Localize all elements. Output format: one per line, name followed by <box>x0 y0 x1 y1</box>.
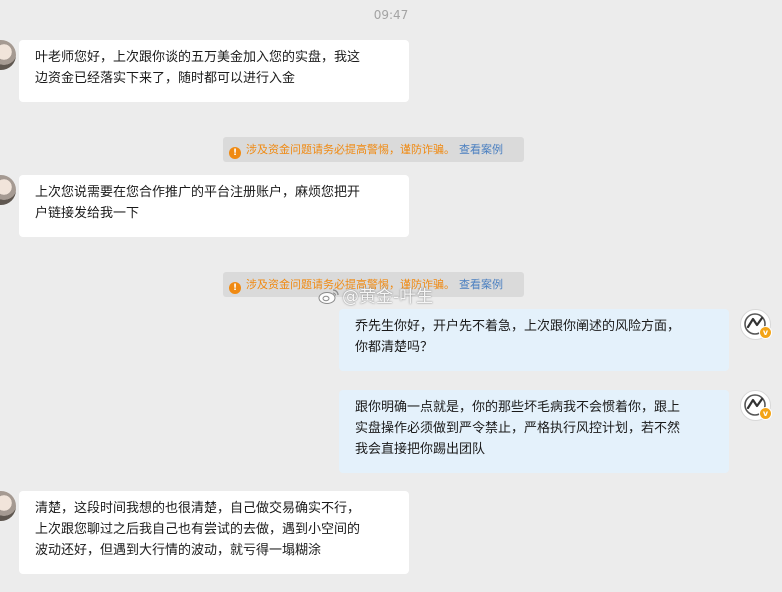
info-icon: ! <box>229 282 241 294</box>
message-line: 我会直接把你踢出团队 <box>355 442 486 457</box>
warning-text: 涉及资金问题请务必提高警惕，谨防诈骗。 <box>246 143 455 156</box>
message-bubble-incoming[interactable]: 上次您说需要在您合作推广的平台注册账户，麻烦您把开 户链接发给我一下 <box>19 175 409 237</box>
view-cases-link[interactable]: 查看案例 <box>459 278 503 291</box>
info-icon: ! <box>229 147 241 159</box>
message-line: 乔先生你好，开户先不着急，上次跟你阐述的风险方面， <box>355 319 681 334</box>
message-bubble-outgoing[interactable]: 跟你明确一点就是，你的那些坏毛病我不会惯着你，跟上 实盘操作必须做到严令禁止，严… <box>339 390 729 473</box>
message-line: 边资金已经落实下来了，随时都可以进行入金 <box>35 71 296 86</box>
message-bubble-incoming[interactable]: 清楚，这段时间我想的也很清楚，自己做交易确实不行， 上次跟您聊过之后我自己也有尝… <box>19 491 409 574</box>
user-avatar[interactable] <box>0 175 16 205</box>
chat-timestamp: 09:47 <box>373 8 409 22</box>
message-line: 上次跟您聊过之后我自己也有尝试的去做，遇到小空间的 <box>35 522 361 537</box>
message-bubble-outgoing[interactable]: 乔先生你好，开户先不着急，上次跟你阐述的风险方面， 你都清楚吗？ <box>339 309 729 371</box>
verified-badge: v <box>759 326 772 339</box>
view-cases-link[interactable]: 查看案例 <box>459 143 503 156</box>
verified-badge: v <box>759 407 772 420</box>
warning-text: 涉及资金问题请务必提高警惕，谨防诈骗。 <box>246 278 455 291</box>
message-line: 波动还好，但遇到大行情的波动，就亏得一塌糊涂 <box>35 543 322 558</box>
message-line: 户链接发给我一下 <box>35 206 140 221</box>
user-avatar[interactable] <box>0 491 16 521</box>
message-line: 上次您说需要在您合作推广的平台注册账户，麻烦您把开 <box>35 185 361 200</box>
user-avatar[interactable] <box>0 40 16 70</box>
fraud-warning-notice: ! 涉及资金问题请务必提高警惕，谨防诈骗。 查看案例 <box>223 137 524 162</box>
fraud-warning-notice: ! 涉及资金问题请务必提高警惕，谨防诈骗。 查看案例 <box>223 272 524 297</box>
message-line: 清楚，这段时间我想的也很清楚，自己做交易确实不行， <box>35 501 361 516</box>
message-bubble-incoming[interactable]: 叶老师您好，上次跟你谈的五万美金加入您的实盘，我这 边资金已经落实下来了，随时都… <box>19 40 409 102</box>
message-line: 跟你明确一点就是，你的那些坏毛病我不会惯着你，跟上 <box>355 400 681 415</box>
message-line: 叶老师您好，上次跟你谈的五万美金加入您的实盘，我这 <box>35 50 361 65</box>
message-line: 实盘操作必须做到严令禁止，严格执行风控计划，若不然 <box>355 421 681 436</box>
message-line: 你都清楚吗？ <box>355 340 434 355</box>
